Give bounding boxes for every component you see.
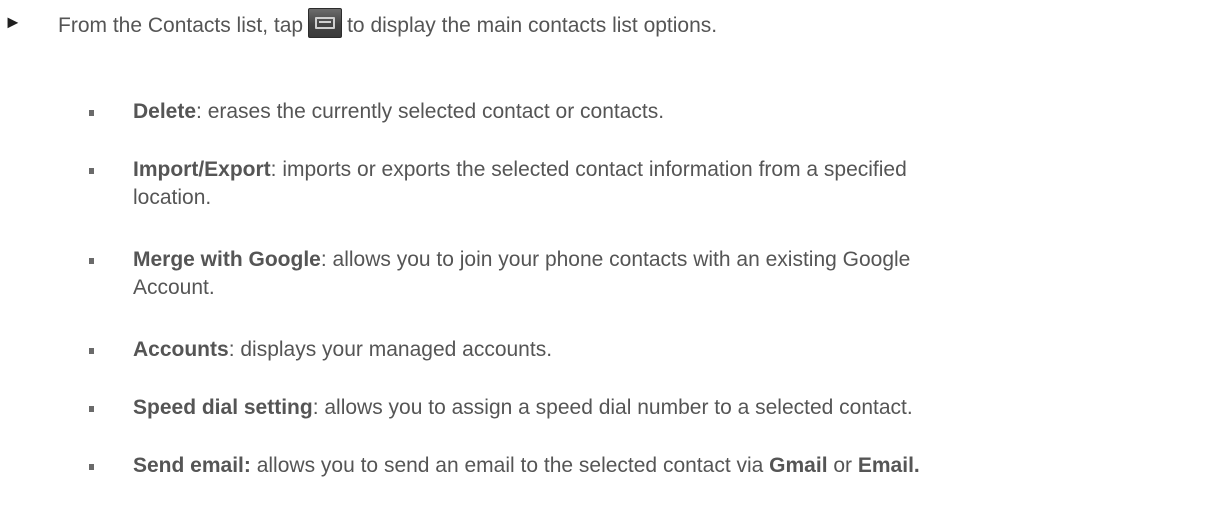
option-desc: : allows you to join your phone contacts… <box>320 248 911 271</box>
option-desc: allows you to send an email to the selec… <box>250 454 770 477</box>
intro-text: From the Contacts list, tap to display th… <box>58 8 717 40</box>
option-term: Speed dial setting <box>133 396 313 419</box>
option-desc: : erases the currently selected contact … <box>196 100 665 123</box>
option-desc: : displays your managed accounts. <box>228 338 553 361</box>
option-text: Import/Export: imports or exports the se… <box>133 156 1193 212</box>
option-term-email: Email. <box>857 454 920 477</box>
bullet-icon <box>89 168 94 174</box>
option-text: Merge with Google: allows you to join yo… <box>133 246 1193 302</box>
option-text: Speed dial setting: allows you to assign… <box>133 394 1193 422</box>
option-term: Send email: <box>133 454 251 477</box>
option-text: Delete: erases the currently selected co… <box>133 98 1193 126</box>
bullet-icon <box>89 406 94 412</box>
bullet-icon <box>89 348 94 354</box>
option-text: Send email: allows you to send an email … <box>133 452 1193 480</box>
option-desc: : imports or exports the selected contac… <box>270 158 907 181</box>
option-desc: : allows you to assign a speed dial numb… <box>312 396 913 419</box>
option-term-gmail: Gmail <box>769 454 828 477</box>
option-term: Import/Export <box>133 158 271 181</box>
option-term: Accounts <box>133 338 229 361</box>
option-term: Delete <box>133 100 197 123</box>
option-text: Accounts: displays your managed accounts… <box>133 336 1193 364</box>
option-term: Merge with Google <box>133 248 321 271</box>
bullet-icon <box>89 110 94 116</box>
step-arrow-icon: ► <box>4 12 22 32</box>
intro-text-after: to display the main contacts list option… <box>347 14 718 37</box>
option-desc-cont: Account. <box>133 276 215 299</box>
option-desc-cont: location. <box>133 186 212 209</box>
bullet-icon <box>89 258 94 264</box>
option-desc-or: or <box>827 454 858 477</box>
menu-key-icon <box>308 8 343 38</box>
bullet-icon <box>89 464 94 470</box>
intro-text-before: From the Contacts list, tap <box>58 14 304 37</box>
